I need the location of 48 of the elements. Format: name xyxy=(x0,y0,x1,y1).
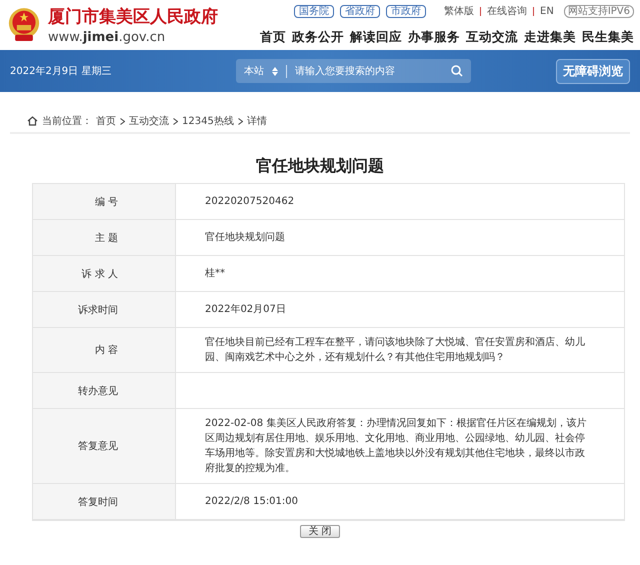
site-domain: www.jimei.gov.cn xyxy=(48,30,166,45)
field-label: 答复意见 xyxy=(33,409,176,484)
utility-link[interactable]: 在线咨询 xyxy=(487,4,527,18)
date-text: 2022年2月9日 星期三 xyxy=(10,64,112,78)
field-label: 诉 求 人 xyxy=(33,256,176,292)
breadcrumb-link[interactable]: 12345热线 xyxy=(182,114,234,128)
field-value: 官任地块规划问题 xyxy=(205,230,285,245)
utility-link[interactable]: EN xyxy=(540,6,554,16)
sort-icon xyxy=(272,66,278,76)
home-icon[interactable] xyxy=(27,116,38,126)
field-label: 编 号 xyxy=(33,184,176,220)
emblem-icon xyxy=(8,7,40,43)
nav-item[interactable]: 解读回应 xyxy=(350,29,402,46)
top-link[interactable]: 市政府 xyxy=(386,4,426,18)
ipv6-badge: 网站支持IPV6 xyxy=(564,4,634,18)
field-value: 官任地块目前已经有工程车在整平，请问该地块除了大悦城、官任安置房和酒店、幼儿园、闽南戏艺术中心之外，还有规划什么？有其他住宅用地规划吗？ xyxy=(205,336,586,365)
nav-item[interactable]: 办事服务 xyxy=(408,29,460,46)
breadcrumb-link[interactable]: 互动交流 xyxy=(129,114,169,128)
search-field[interactable]: 请输入您要搜索的内容 xyxy=(286,64,444,78)
field-label: 转办意见 xyxy=(33,373,176,409)
chevron-icon xyxy=(120,118,125,124)
field-label: 主 题 xyxy=(33,220,176,256)
breadcrumb-link[interactable]: 首页 xyxy=(96,114,116,128)
field-value: 2022年02月07日 xyxy=(205,303,286,317)
breadcrumb-label: 当前位置： xyxy=(42,114,92,128)
close-button[interactable]: 关 闭 xyxy=(300,525,340,538)
field-value: 2022/2/8 15:01:00 xyxy=(205,495,298,509)
utility-link[interactable]: 繁体版 xyxy=(444,4,474,18)
field-value: 2022-02-08 集美区人民政府答复：办理情况回复如下：根据官任片区在编规划，该片区周边规划有居住用地、娱乐用地、文化用地、商业用地、公园绿地、幼儿园、社会停车场用地等。除安置房和大悦城地铁上盖地块以外没有规划其他住宅地块，最终以市政府批复的控规为准。 xyxy=(205,416,588,476)
field-label: 诉求时间 xyxy=(33,292,176,328)
page-title: 官任地块规划问题 xyxy=(255,156,385,177)
accessibility-button[interactable]: 无障碍浏览 xyxy=(556,58,630,84)
breadcrumb-link[interactable]: 详情 xyxy=(246,114,267,128)
field-value: 20220207520462 xyxy=(205,195,294,209)
field-value: 桂** xyxy=(205,266,225,281)
site-name: 厦门市集美区人民政府 xyxy=(48,6,218,28)
top-link[interactable]: 国务院 xyxy=(294,4,334,18)
nav-item[interactable]: 民生集美 xyxy=(582,29,634,46)
nav-item[interactable]: 政务公开 xyxy=(292,29,344,46)
top-link[interactable]: 省政府 xyxy=(340,4,380,18)
field-label: 内 容 xyxy=(33,328,176,373)
field-label: 答复时间 xyxy=(33,484,176,520)
chevron-icon xyxy=(173,118,178,124)
nav-item[interactable]: 互动交流 xyxy=(466,29,518,46)
nav-item[interactable]: 首页 xyxy=(260,29,286,46)
search-icon[interactable] xyxy=(451,65,464,77)
chevron-icon xyxy=(238,118,243,124)
nav-item[interactable]: 走进集美 xyxy=(524,29,576,46)
